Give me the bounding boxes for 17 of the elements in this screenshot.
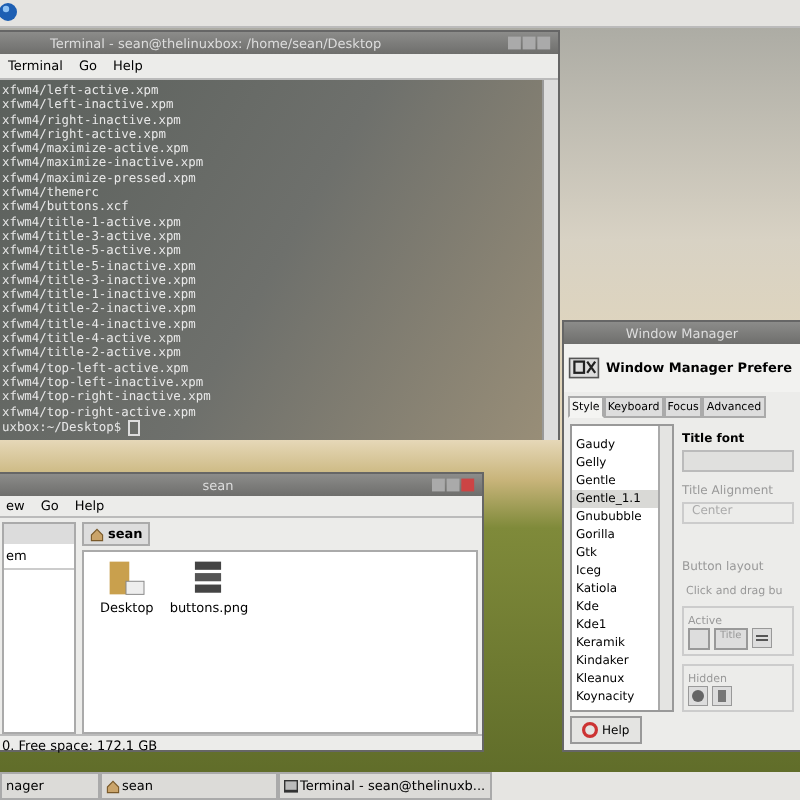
window-x-icon xyxy=(568,356,600,380)
home-icon xyxy=(90,527,104,541)
cursor xyxy=(128,419,141,436)
globe-icon[interactable] xyxy=(0,2,20,22)
scrollbar[interactable] xyxy=(542,80,558,440)
scrollbar[interactable] xyxy=(658,426,672,710)
folder-icon xyxy=(106,560,147,596)
window-controls-icon[interactable] xyxy=(508,36,552,50)
lifebuoy-icon xyxy=(582,722,598,738)
pin-icon[interactable] xyxy=(712,686,732,706)
home-icon xyxy=(106,779,120,793)
shade-icon[interactable] xyxy=(751,628,772,648)
globe-icon[interactable] xyxy=(688,686,708,706)
font-button[interactable] xyxy=(682,450,794,473)
window-controls-icon[interactable] xyxy=(432,478,476,492)
menu-button-slot[interactable] xyxy=(688,628,710,650)
terminal-icon xyxy=(284,779,298,793)
